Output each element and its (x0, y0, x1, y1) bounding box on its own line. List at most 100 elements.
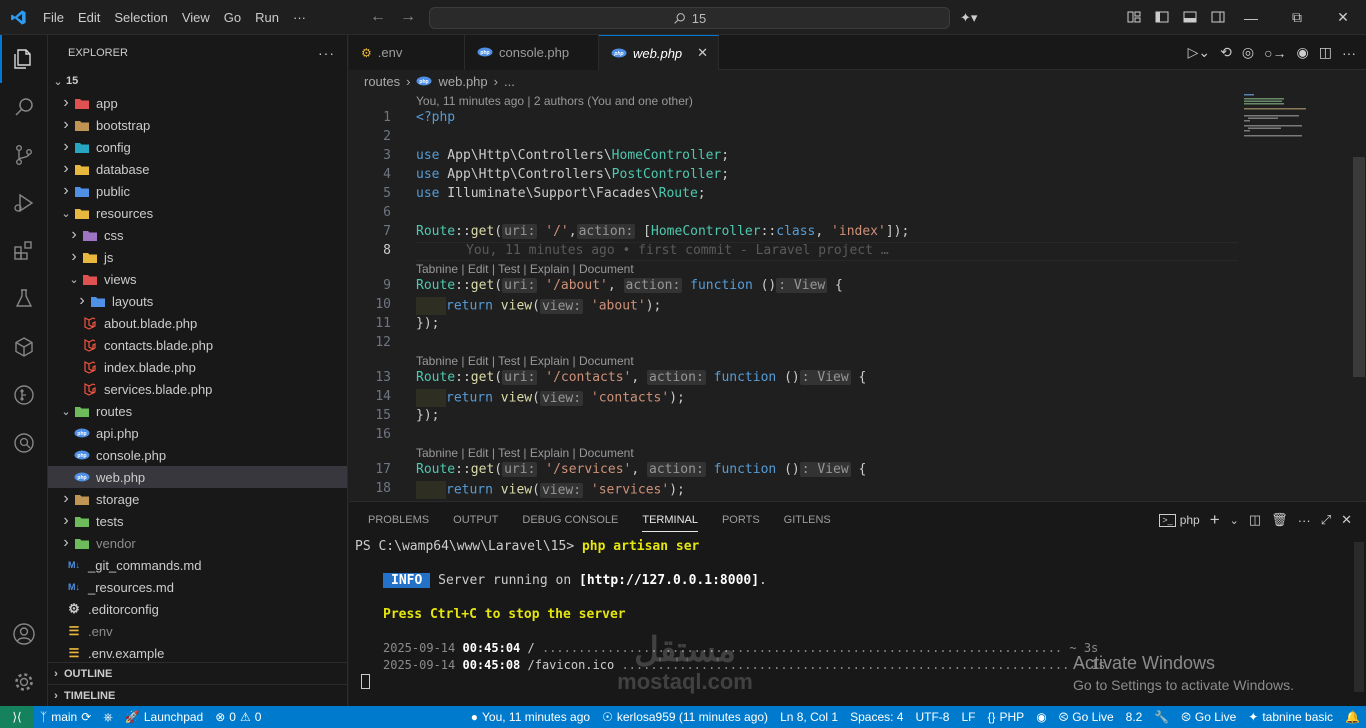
tree-item-env[interactable]: ☰ .env (48, 620, 347, 642)
run-debug-icon[interactable] (0, 179, 48, 227)
remote-explorer-icon[interactable] (0, 323, 48, 371)
tab-gitlens[interactable]: GITLENS (772, 502, 843, 538)
minimize-icon[interactable]: — (1228, 0, 1274, 35)
tree-item-contacts-blade-php[interactable]: contacts.blade.php (48, 334, 347, 356)
branch-status[interactable]: ᛉ main ⟳ (34, 710, 97, 724)
tree-item-resources-md[interactable]: M↓ _resources.md (48, 576, 347, 598)
forward-arrow-icon[interactable]: → (400, 8, 416, 26)
menu-view[interactable]: View (175, 0, 217, 35)
breadcrumb-more[interactable]: ... (504, 74, 515, 89)
tree-item-layouts[interactable]: › layouts (48, 290, 347, 312)
menu-run[interactable]: Run (248, 0, 286, 35)
launchpad-status[interactable]: 🚀 Launchpad (119, 710, 209, 724)
tree-item-console-php[interactable]: php console.php (48, 444, 347, 466)
tree-item-storage[interactable]: › storage (48, 488, 347, 510)
extensions-icon[interactable] (0, 227, 48, 275)
panel-more-icon[interactable]: ··· (1298, 513, 1311, 528)
minimap[interactable] (1244, 92, 1344, 152)
tab-output[interactable]: OUTPUT (441, 502, 510, 538)
golive-status[interactable]: ⧀ Go Live (1053, 710, 1120, 725)
tree-item-routes[interactable]: ⌄ routes (48, 400, 347, 422)
toggle-secondary-sidebar-icon[interactable] (1210, 9, 1226, 28)
tree-item-about-blade-php[interactable]: about.blade.php (48, 312, 347, 334)
next-change-icon[interactable]: ○→ (1264, 45, 1286, 61)
toggle-primary-sidebar-icon[interactable] (1154, 9, 1170, 28)
toggle-panel-icon[interactable] (1182, 9, 1198, 28)
tab-console-php[interactable]: php console.php (465, 35, 599, 70)
copilot-icon[interactable]: ✦▾ (960, 10, 977, 26)
wrench-status[interactable]: 🔧 (1148, 710, 1175, 724)
php-version-status[interactable]: 8.2 (1120, 710, 1149, 724)
tree-item-app[interactable]: › app (48, 92, 347, 114)
tab-debug-console[interactable]: DEBUG CONSOLE (510, 502, 630, 538)
tree-item-index-blade-php[interactable]: index.blade.php (48, 356, 347, 378)
editor-more-actions-icon[interactable]: ··· (1342, 45, 1356, 61)
restore-icon[interactable]: ⧉ (1274, 0, 1320, 35)
tab-env[interactable]: ⚙ .env (349, 35, 465, 70)
manage-gear-icon[interactable] (0, 658, 48, 706)
tree-item-public[interactable]: › public (48, 180, 347, 202)
tree-item-config[interactable]: › config (48, 136, 347, 158)
menu-edit[interactable]: Edit (71, 0, 107, 35)
language-status[interactable]: {} PHP (982, 710, 1031, 724)
maximize-panel-icon[interactable]: ⤢ (1321, 512, 1331, 528)
command-center-search[interactable]: 15 (429, 7, 950, 29)
new-terminal-icon[interactable]: + (1210, 510, 1220, 530)
encoding-status[interactable]: UTF-8 (909, 710, 955, 724)
explorer-more-actions-icon[interactable]: ··· (318, 45, 335, 61)
codelens[interactable]: Tabnine | Edit | Test | Explain | Docume… (416, 446, 634, 460)
split-editor-icon[interactable]: ◫ (1319, 44, 1332, 61)
copilot-status[interactable]: ◉ (1030, 710, 1052, 724)
breadcrumb-file[interactable]: web.php (438, 74, 487, 89)
tree-item-database[interactable]: › database (48, 158, 347, 180)
codelens[interactable]: Tabnine | Edit | Test | Explain | Docume… (416, 262, 634, 276)
menu-go[interactable]: Go (217, 0, 248, 35)
outline-section[interactable]: › OUTLINE (48, 662, 347, 684)
chevron-down-icon[interactable]: ⌄ (1230, 514, 1239, 527)
gitlens-icon[interactable] (0, 371, 48, 419)
notifications-status[interactable]: 🔔 (1339, 710, 1366, 724)
gitlens-blame-icon[interactable]: ◉ (1297, 44, 1309, 61)
eol-status[interactable]: LF (955, 710, 981, 724)
tree-item-editorconfig[interactable]: ⚙ .editorconfig (48, 598, 347, 620)
tree-item-env-example[interactable]: ☰ .env.example (48, 642, 347, 664)
codelens[interactable]: Tabnine | Edit | Test | Explain | Docume… (416, 354, 634, 368)
tree-item-vendor[interactable]: › vendor (48, 532, 347, 554)
source-control-icon[interactable] (0, 131, 48, 179)
workspace-root[interactable]: ⌄ 15 (48, 70, 347, 92)
tree-item-bootstrap[interactable]: › bootstrap (48, 114, 347, 136)
tree-item-tests[interactable]: › tests (48, 510, 347, 532)
tree-item-api-php[interactable]: php api.php (48, 422, 347, 444)
close-tab-icon[interactable]: ✕ (697, 45, 708, 61)
trash-icon[interactable]: 🗑 (1271, 512, 1288, 528)
tree-item-views[interactable]: ⌄ views (48, 268, 347, 290)
gitlens-compare-icon[interactable]: ⟲ (1220, 44, 1232, 61)
author-status[interactable]: ☉ kerlosa959 (11 minutes ago) (596, 710, 774, 724)
tree-item-services-blade-php[interactable]: services.blade.php (48, 378, 347, 400)
cursor-position[interactable]: Ln 8, Col 1 (774, 710, 844, 724)
testing-icon[interactable] (0, 275, 48, 323)
tab-ports[interactable]: PORTS (710, 502, 772, 538)
scroll-thumb[interactable] (1353, 157, 1365, 377)
previous-change-icon[interactable]: ◎ (1242, 44, 1254, 61)
split-terminal-icon[interactable]: ◫ (1249, 512, 1261, 528)
golive-status-2[interactable]: ⧀ Go Live (1175, 710, 1242, 725)
timeline-section[interactable]: › TIMELINE (48, 684, 347, 706)
search-view-icon[interactable] (0, 83, 48, 131)
problems-status[interactable]: ⊗ 0 ⚠ 0 (209, 710, 267, 724)
editor-scrollbar[interactable] (1352, 92, 1366, 501)
menu-file[interactable]: File (36, 0, 71, 35)
tab-problems[interactable]: PROBLEMS (368, 502, 441, 538)
tree-item-git-commands-md[interactable]: M↓ _git_commands.md (48, 554, 347, 576)
accounts-icon[interactable] (0, 610, 48, 658)
terminal-scrollbar[interactable] (1354, 542, 1364, 692)
tab-terminal[interactable]: TERMINAL (630, 502, 710, 538)
gitlens-graph-status[interactable]: ⎈ (97, 710, 119, 725)
tree-item-js[interactable]: › js (48, 246, 347, 268)
gitlens-inspect-icon[interactable] (0, 419, 48, 467)
run-file-icon[interactable]: ▷⌄ (1188, 44, 1211, 61)
code-editor[interactable]: You, 11 minutes ago | 2 authors (You and… (349, 92, 1349, 501)
tree-item-web-php[interactable]: php web.php (48, 466, 347, 488)
customize-layout-icon[interactable] (1126, 9, 1142, 28)
terminal-shell-selector[interactable]: >_ php (1159, 513, 1200, 527)
